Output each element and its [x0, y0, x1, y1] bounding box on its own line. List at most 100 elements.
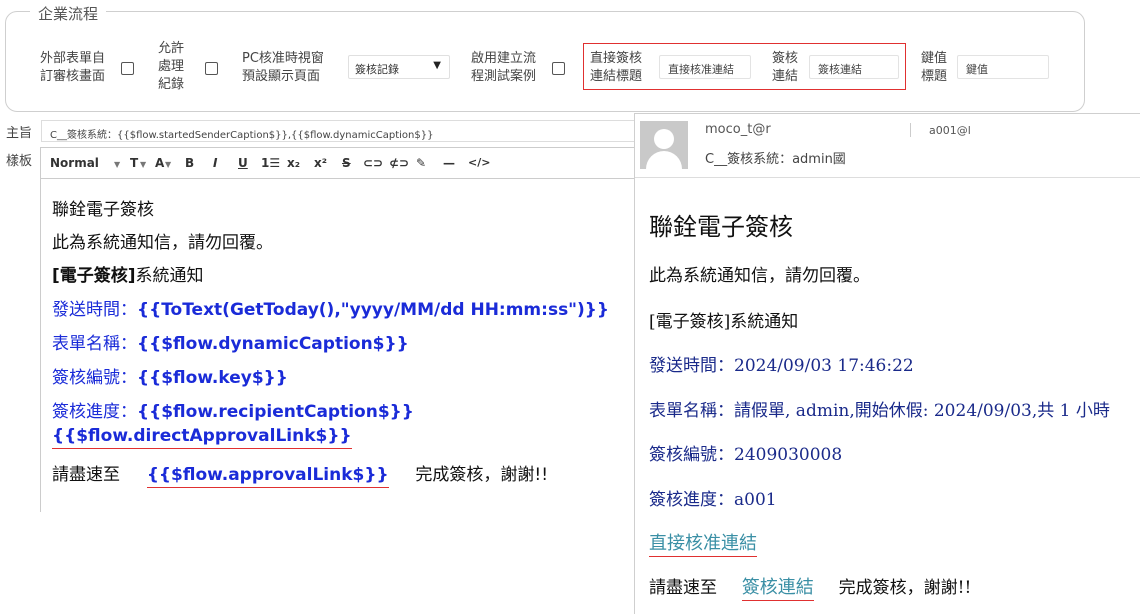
fieldset-legend: 企業流程 — [30, 3, 107, 24]
italic-icon[interactable]: I — [213, 156, 217, 170]
preview-please-line: 請盡速至 簽核連結 完成簽核，謝謝!! — [649, 573, 972, 601]
dropdown-arrow-icon: ▼ — [433, 60, 441, 71]
template-line-progress: 簽核進度：{{$flow.recipientCaption$}} — [52, 397, 414, 422]
subscript-icon[interactable]: x₂ — [287, 156, 300, 170]
email-preview: moco_t@r a001@l C__簽核系統：admin國 聯銓電子簽核 此為… — [634, 113, 1140, 614]
preview-direct-link[interactable]: 直接核准連結 — [649, 529, 757, 557]
label-line: 紀錄 — [158, 77, 185, 92]
font-color-dropdown-icon[interactable]: ▼ — [165, 160, 171, 169]
template-editor: Normal ▼ T ▼ A ▼ B I U 1☰ x₂ x² S ⊂⊃ ⊄⊃ … — [40, 147, 640, 512]
label-line: 預設顯示頁面 — [242, 69, 321, 84]
preview-title: 聯銓電子簽核 — [649, 213, 793, 241]
please-prefix: 請盡速至 — [649, 578, 717, 598]
bold-icon[interactable]: B — [185, 156, 194, 170]
test-case-label: 啟用建立流 程測試案例 — [471, 50, 536, 86]
template-line-title: 聯銓電子簽核 — [52, 200, 154, 220]
line-expression: {{ToText(GetToday(),"yyyy/MM/dd HH:mm:ss… — [137, 300, 610, 320]
strikethrough-icon[interactable]: S — [342, 156, 351, 170]
label-line: 處理 — [158, 59, 185, 74]
superscript-icon[interactable]: x² — [314, 156, 327, 170]
label-line: 訂審核畫面 — [40, 69, 106, 84]
key-title-input[interactable]: 鍵值 — [957, 55, 1049, 79]
direct-link-text[interactable]: 直接核准連結 — [649, 533, 757, 557]
custom-review-label: 外部表單自 訂審核畫面 — [40, 50, 105, 86]
template-line-send-time: 發送時間：{{ToText(GetToday(),"yyyy/MM/dd HH:… — [52, 295, 609, 320]
approval-link-expression: {{$flow.approvalLink$}} — [146, 465, 389, 488]
line-expression: {{$flow.recipientCaption$}} — [137, 402, 414, 422]
sign-link-text[interactable]: 簽核連結 — [741, 577, 814, 601]
preview-recipient: a001@l — [929, 124, 971, 137]
subject-input[interactable]: C__簽核系統：{{$flow.startedSenderCaption$}},… — [41, 120, 641, 142]
please-suffix: 完成簽核，謝謝!! — [838, 578, 972, 598]
font-color-icon[interactable]: A — [155, 156, 164, 170]
label-line: 允許 — [158, 41, 185, 56]
horizontal-rule-icon[interactable]: — — [443, 156, 455, 170]
preview-notice: 此為系統通知信，請勿回覆。 — [649, 266, 870, 286]
key-label: 鍵值 標題 — [921, 50, 947, 86]
editor-toolbar: Normal ▼ T ▼ A ▼ B I U 1☰ x₂ x² S ⊂⊃ ⊄⊃ … — [41, 148, 640, 179]
allow-record-label: 允許 處理 紀錄 — [158, 40, 184, 94]
format-dropdown-icon[interactable]: ▼ — [114, 160, 120, 169]
label-line: 直接簽核 — [590, 51, 643, 66]
avatar — [640, 121, 688, 169]
template-line-form-name: 表單名稱：{{$flow.dynamicCaption$}} — [52, 329, 409, 354]
sign-link-title-input[interactable]: 簽核連結 — [809, 55, 899, 79]
sign-link-label: 簽核 連結 — [772, 50, 798, 86]
label-line: 連結 — [772, 69, 799, 84]
preview-sender: moco_t@r — [705, 122, 771, 137]
custom-review-checkbox[interactable] — [121, 62, 134, 75]
allow-record-checkbox[interactable] — [205, 62, 218, 75]
text-size-icon[interactable]: T — [130, 156, 138, 170]
source-code-icon[interactable]: </> — [468, 156, 490, 169]
label-line: 啟用建立流 — [471, 51, 537, 66]
preview-system: [電子簽核]系統通知 — [649, 312, 799, 332]
line-expression: {{$flow.key$}} — [137, 368, 288, 388]
avatar-body-icon — [646, 151, 682, 169]
template-label: 樣板 — [6, 154, 33, 169]
preview-header: moco_t@r a001@l C__簽核系統：admin國 — [635, 114, 1140, 178]
please-suffix: 完成簽核，謝謝!! — [415, 465, 549, 485]
label-line: 連結標題 — [590, 69, 643, 84]
template-line-please: 請盡速至 {{$flow.approvalLink$}} 完成簽核，謝謝!! — [52, 460, 549, 488]
label-line: 外部表單自 — [40, 51, 106, 66]
text-size-dropdown-icon[interactable]: ▼ — [140, 160, 146, 169]
underline-icon[interactable]: U — [238, 156, 248, 170]
line-label: 發送時間： — [52, 300, 137, 320]
label-line: 鍵值 — [921, 51, 948, 66]
clear-format-icon[interactable]: ✎ — [416, 156, 426, 170]
label-line: 標題 — [921, 69, 948, 84]
pc-view-select[interactable]: 簽核記錄 ▼ — [348, 55, 450, 79]
direct-link-label: 直接簽核 連結標題 — [590, 50, 642, 86]
preview-progress: 簽核進度：a001 — [649, 490, 777, 510]
template-line-direct-link: {{$flow.directApprovalLink$}} — [52, 426, 352, 449]
preview-form-name: 表單名稱：請假單, admin,開始休假: 2024/09/03,共 1 小時 — [649, 401, 1110, 421]
avatar-head-icon — [654, 129, 674, 149]
please-prefix: 請盡速至 — [52, 465, 120, 485]
label-line: 程測試案例 — [471, 69, 537, 84]
template-line-system: [電子簽核]系統通知 — [52, 261, 204, 286]
system-text: 系統通知 — [135, 266, 204, 286]
preview-subject: C__簽核系統：admin國 — [705, 152, 846, 167]
test-case-checkbox[interactable] — [552, 62, 565, 75]
link-icon[interactable]: ⊂⊃ — [363, 156, 383, 170]
pc-view-label: PC核准時視窗 預設顯示頁面 — [242, 50, 324, 86]
subject-label: 主旨 — [6, 126, 33, 141]
template-line-notice: 此為系統通知信，請勿回覆。 — [52, 233, 273, 253]
label-line: 簽核 — [772, 51, 799, 66]
header-divider — [910, 123, 911, 137]
line-expression: {{$flow.dynamicCaption$}} — [137, 334, 409, 354]
unlink-icon[interactable]: ⊄⊃ — [389, 156, 409, 170]
label-line: PC核准時視窗 — [242, 51, 324, 66]
select-value: 簽核記錄 — [355, 63, 399, 76]
template-line-key: 簽核編號：{{$flow.key$}} — [52, 363, 288, 388]
line-label: 表單名稱： — [52, 334, 137, 354]
ordered-list-icon[interactable]: 1☰ — [261, 156, 280, 170]
preview-send-time: 發送時間：2024/09/03 17:46:22 — [649, 356, 914, 376]
preview-key: 簽核編號：2409030008 — [649, 445, 843, 465]
line-label: 簽核進度： — [52, 402, 137, 422]
direct-link-expression: {{$flow.directApprovalLink$}} — [52, 426, 352, 449]
format-select[interactable]: Normal — [50, 156, 99, 170]
direct-link-title-input[interactable]: 直接核准連結 — [659, 55, 751, 79]
line-label: 簽核編號： — [52, 368, 137, 388]
bracket-text: [電子簽核] — [52, 266, 136, 286]
